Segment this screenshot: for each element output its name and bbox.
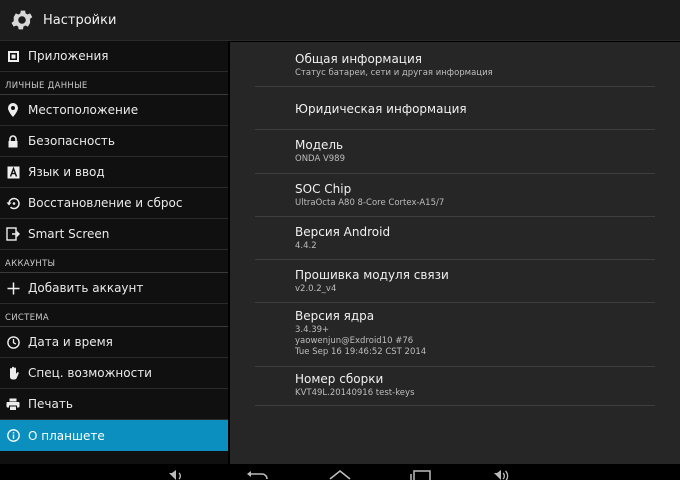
sidebar-item-smart-screen[interactable]: Smart Screen — [0, 219, 228, 250]
row-title: Прошивка модуля связи — [295, 268, 449, 282]
sidebar-item-security[interactable]: Безопасность — [0, 126, 228, 157]
restore-icon — [6, 196, 20, 210]
sidebar-item-label: Восстановление и сброс — [28, 196, 183, 210]
sidebar-item-accessibility[interactable]: Спец. возможности — [0, 358, 228, 389]
row-build-number[interactable]: Номер сборки KVT49L.20140916 test-keys — [255, 367, 655, 406]
lock-icon — [6, 134, 20, 148]
settings-gear-icon[interactable] — [9, 7, 35, 33]
row-legal-info[interactable]: Юридическая информация — [255, 87, 655, 130]
sidebar-item-label: Печать — [28, 397, 73, 411]
row-subtitle: 3.4.39+ yaowenjun@Exdroid10 #76 Tue Sep … — [295, 325, 427, 357]
row-title: Юридическая информация — [295, 102, 467, 116]
clock-icon — [6, 335, 20, 349]
keyboard-a-icon — [6, 165, 20, 179]
about-tablet-panel: Общая информация Статус батареи, сети и … — [230, 42, 680, 464]
row-soc-chip: SOC Chip UltraOcta A80 8-Core Cortex-A15… — [255, 174, 655, 217]
action-bar: Настройки — [0, 0, 680, 41]
printer-icon — [6, 397, 20, 411]
section-header-system: СИСТЕМА — [0, 304, 228, 327]
hand-icon — [6, 366, 20, 380]
row-title: Версия ядра — [295, 309, 375, 323]
row-subtitle: 4.4.2 — [295, 241, 317, 251]
row-model: Модель ONDA V989 — [255, 130, 655, 174]
sidebar-item-printing[interactable]: Печать — [0, 389, 228, 420]
apps-icon — [6, 49, 20, 63]
back-icon[interactable] — [247, 470, 269, 480]
sidebar-item-date-time[interactable]: Дата и время — [0, 327, 228, 358]
row-title: Версия Android — [295, 225, 391, 239]
row-subtitle: Статус батареи, сети и другая информация — [295, 68, 493, 78]
row-subtitle: KVT49L.20140916 test-keys — [295, 388, 415, 398]
sidebar-item-add-account[interactable]: Добавить аккаунт — [0, 273, 228, 304]
sidebar-item-label: Местоположение — [28, 103, 139, 117]
info-icon — [6, 429, 20, 443]
sidebar-item-label: Приложения — [28, 49, 109, 63]
home-icon[interactable] — [328, 470, 352, 480]
sidebar-item-label: Добавить аккаунт — [28, 281, 144, 295]
row-baseband-version: Прошивка модуля связи v2.0.2_v4 — [255, 260, 655, 303]
section-header-personal: ЛИЧНЫЕ ДАННЫЕ — [0, 72, 228, 95]
system-nav-bar — [0, 464, 680, 480]
location-pin-icon — [6, 103, 20, 117]
row-subtitle: v2.0.2_v4 — [295, 284, 337, 294]
row-title: Модель — [295, 138, 344, 152]
sidebar-item-language[interactable]: Язык и ввод — [0, 157, 228, 188]
sidebar-item-label: Smart Screen — [28, 227, 110, 241]
sidebar-item-location[interactable]: Местоположение — [0, 95, 228, 126]
row-title: Общая информация — [295, 52, 422, 66]
cast-screen-icon — [6, 227, 20, 241]
sidebar-item-label: Спец. возможности — [28, 366, 152, 380]
settings-sidebar: Приложения ЛИЧНЫЕ ДАННЫЕ Местоположение … — [0, 41, 228, 464]
row-title: Номер сборки — [295, 372, 384, 386]
volume-up-icon[interactable] — [493, 470, 511, 480]
sidebar-item-backup-reset[interactable]: Восстановление и сброс — [0, 188, 228, 219]
sidebar-item-label: Дата и время — [28, 335, 113, 349]
row-general-info[interactable]: Общая информация Статус батареи, сети и … — [255, 42, 655, 87]
row-kernel-version: Версия ядра 3.4.39+ yaowenjun@Exdroid10 … — [255, 303, 655, 367]
sidebar-item-apps[interactable]: Приложения — [0, 41, 228, 72]
page-title: Настройки — [43, 12, 117, 28]
sidebar-item-label: О планшете — [28, 428, 105, 443]
volume-down-icon[interactable] — [168, 470, 184, 480]
row-title: SOC Chip — [295, 182, 352, 196]
plus-icon — [6, 281, 20, 295]
row-subtitle: UltraOcta A80 8-Core Cortex-A15/7 — [295, 198, 445, 208]
sidebar-item-label: Безопасность — [28, 134, 115, 148]
sidebar-item-about-tablet[interactable]: О планшете — [0, 420, 228, 451]
sidebar-item-label: Язык и ввод — [28, 165, 105, 179]
row-subtitle: ONDA V989 — [295, 154, 345, 164]
recents-icon[interactable] — [410, 470, 432, 480]
row-android-version[interactable]: Версия Android 4.4.2 — [255, 217, 655, 260]
section-header-accounts: АККАУНТЫ — [0, 250, 228, 273]
